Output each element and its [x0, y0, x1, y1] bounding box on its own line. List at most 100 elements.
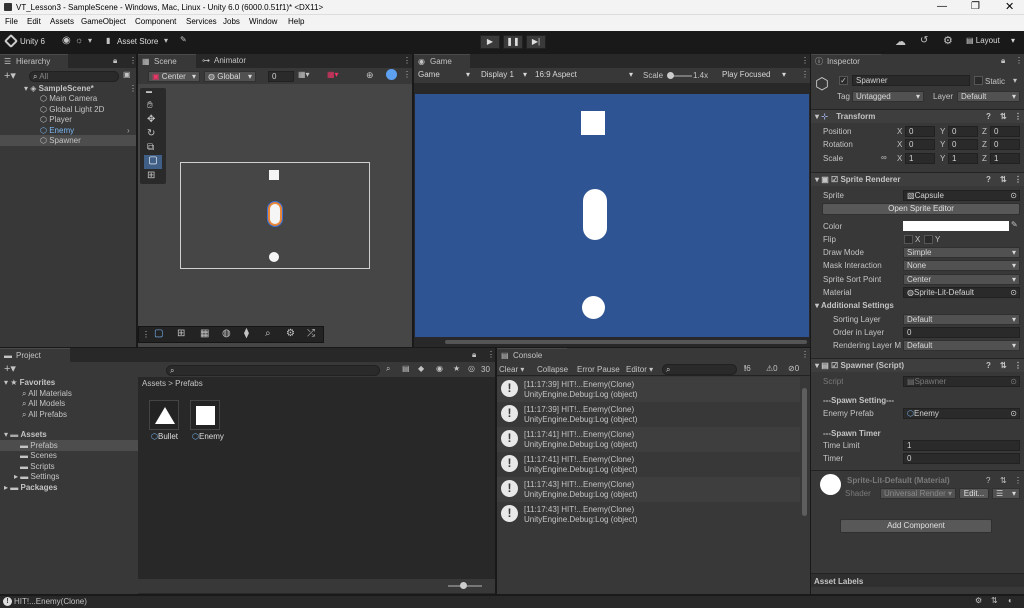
static-checkbox[interactable]	[974, 76, 983, 85]
sphere-icon[interactable]: ◍	[222, 328, 231, 339]
active-checkbox[interactable]: ✓	[839, 76, 848, 85]
object-picker-icon[interactable]: ⊙	[1010, 409, 1017, 418]
filter-icon[interactable]: ▤	[402, 364, 410, 373]
filter-icon[interactable]: ▣	[123, 70, 131, 79]
draw-mode-icon[interactable]: ⊕	[366, 70, 374, 81]
help-icon[interactable]: ?	[986, 110, 991, 123]
expand-arrow-icon[interactable]: ▾	[815, 175, 819, 184]
game-mode-dropdown[interactable]: Game	[415, 70, 473, 81]
add-object-button[interactable]: +▾	[4, 69, 16, 82]
grip-icon[interactable]: ▬	[146, 89, 152, 95]
more-options-icon[interactable]: ⋮	[487, 350, 495, 359]
more-options-icon[interactable]: ⋮	[801, 56, 809, 65]
expand-arrow-icon[interactable]: ▾	[815, 361, 819, 370]
rendering-layer-dropdown[interactable]: Default	[903, 340, 1020, 351]
shader-options-dropdown[interactable]: ☰	[992, 488, 1020, 499]
move-tool-icon[interactable]: ✥	[147, 114, 155, 125]
asset-store-button[interactable]: Asset Store	[117, 37, 158, 46]
rotation-x-input[interactable]: 0	[905, 139, 935, 150]
tab-scene[interactable]: ▦ Scene	[138, 54, 196, 68]
help-icon[interactable]: ?	[986, 359, 991, 372]
more-options-icon[interactable]: ⋮	[801, 350, 809, 359]
menu-assets[interactable]: Assets	[50, 17, 74, 26]
account-button[interactable]: Unity 6	[20, 37, 45, 46]
chevron-down-icon[interactable]: ▾	[1013, 76, 1017, 85]
console-entry[interactable]: ! [11:17:39] HIT!...Enemy(Clone) UnityEngi…	[497, 402, 800, 427]
warning-count-toggle[interactable]: ⚠︎0	[766, 364, 778, 373]
error-pause-button[interactable]: Error Pause	[577, 365, 620, 374]
slider-handle[interactable]	[667, 72, 674, 79]
console-entry[interactable]: ! [11:17:43] HIT!...Enemy(Clone) UnityEngi…	[497, 502, 800, 527]
expand-arrow-icon[interactable]: ▾	[24, 84, 28, 93]
menu-jobs[interactable]: Jobs	[223, 17, 240, 26]
display-dropdown[interactable]: Display 1	[478, 70, 530, 81]
shuffle-icon[interactable]: ⤮	[307, 328, 315, 339]
cloud-icon[interactable]: ☁	[895, 35, 906, 48]
help-icon[interactable]: ?	[986, 476, 990, 485]
console-entry[interactable]: ! [11:17:39] HIT!...Enemy(Clone) UnityEngi…	[497, 377, 800, 402]
rect-select-icon[interactable]: ▢	[154, 328, 163, 339]
sprite-sort-point-dropdown[interactable]: Center	[903, 274, 1020, 285]
draw-mode-dropdown[interactable]: Simple	[903, 247, 1020, 258]
scene-square-sprite[interactable]	[269, 170, 279, 180]
snap-increment-input[interactable]: 0	[268, 71, 294, 82]
more-options-icon[interactable]: ⋮	[403, 56, 411, 65]
console-entry[interactable]: ! [11:17:41] HIT!...Enemy(Clone) UnityEngi…	[497, 452, 800, 477]
collapse-button[interactable]: Collapse	[537, 365, 568, 374]
layout-dropdown[interactable]: ▤ Layout	[963, 36, 1018, 47]
network-icon[interactable]: ⇅	[991, 596, 998, 605]
add-asset-button[interactable]: +▾	[4, 362, 16, 375]
more-options-icon[interactable]: ⋮	[1014, 173, 1022, 186]
maximize-icon[interactable]: ❐	[971, 1, 980, 12]
sorting-layer-dropdown[interactable]: Default	[903, 314, 1020, 325]
search-by-type-icon[interactable]: ⌕	[386, 364, 390, 374]
expand-arrow-icon[interactable]: ▸	[14, 472, 18, 481]
tab-console[interactable]: ▤ Console	[497, 348, 567, 362]
object-picker-icon[interactable]: ⊙	[1010, 288, 1017, 297]
scene-circle-sprite[interactable]	[269, 252, 279, 262]
scene-capsule-sprite-selected[interactable]	[267, 201, 283, 227]
tree-packages[interactable]: ▸ ▬ Packages	[4, 482, 57, 493]
game-scrollbar[interactable]	[445, 340, 807, 344]
tree-all-prefabs[interactable]: ⌕ All Prefabs	[22, 409, 67, 420]
material-field[interactable]: ◍Sprite-Lit-Default ⊙	[903, 287, 1020, 298]
timer-input[interactable]: 0	[903, 453, 1020, 464]
object-picker-icon[interactable]: ⊙	[1010, 191, 1017, 200]
rotation-z-input[interactable]: 0	[990, 139, 1020, 150]
status-message[interactable]: HIT!...Enemy(Clone)	[14, 597, 87, 606]
order-in-layer-input[interactable]: 0	[903, 327, 1020, 338]
menu-services[interactable]: Services	[186, 17, 217, 26]
tab-game[interactable]: ◉ Game	[414, 54, 470, 68]
history-icon[interactable]: ↺	[920, 35, 928, 46]
more-options-icon[interactable]: ⋮	[1014, 476, 1022, 485]
lock-icon[interactable]: 🔒︎	[472, 350, 476, 360]
tab-hierarchy[interactable]: ☰ Hierarchy	[0, 54, 68, 68]
cloud-sync-icon[interactable]: ☼	[75, 35, 83, 45]
position-x-input[interactable]: 0	[905, 126, 935, 137]
transform-tool-icon[interactable]: ⊞	[147, 170, 155, 181]
hierarchy-item-main-camera[interactable]: ⬡ Main Camera	[0, 93, 136, 104]
component-enabled-checkbox[interactable]: ☑	[831, 175, 838, 184]
rect-tool-icon[interactable]: ▢	[144, 155, 162, 169]
mask-interaction-dropdown[interactable]: None	[903, 260, 1020, 271]
pin-icon[interactable]: ✎	[180, 35, 187, 44]
more-options-icon[interactable]: ⋮	[1014, 359, 1022, 372]
play-button[interactable]: ▶	[480, 35, 500, 49]
enemy-prefab-field[interactable]: ⬡Enemy ⊙	[903, 408, 1020, 419]
expand-arrow-icon[interactable]: ▾	[4, 430, 8, 439]
eyedropper-icon[interactable]: ✎	[1011, 220, 1018, 229]
icon-size-slider[interactable]	[448, 582, 482, 589]
more-options-icon[interactable]: ⋮	[1014, 110, 1022, 123]
asset-tile-enemy[interactable]	[190, 400, 220, 430]
time-limit-input[interactable]: 1	[903, 440, 1020, 451]
tab-animator[interactable]: ⊶ Animator	[198, 54, 258, 68]
tab-project[interactable]: ▬ Project	[0, 348, 70, 362]
lock-icon[interactable]: 🔒︎	[113, 56, 117, 66]
rotate-tool-icon[interactable]: ↻	[147, 128, 155, 139]
tag-dropdown[interactable]: Untagged	[852, 91, 924, 102]
sprite-renderer-header[interactable]: ▾ ▣ ☑ Sprite Renderer ? ⇅ ⋮	[811, 172, 1024, 186]
menu-gameobject[interactable]: GameObject	[81, 17, 126, 26]
console-scrollbar[interactable]	[802, 388, 807, 516]
presets-icon[interactable]: ⇅	[1000, 359, 1007, 372]
settings-icon[interactable]: ⚙	[943, 34, 953, 47]
